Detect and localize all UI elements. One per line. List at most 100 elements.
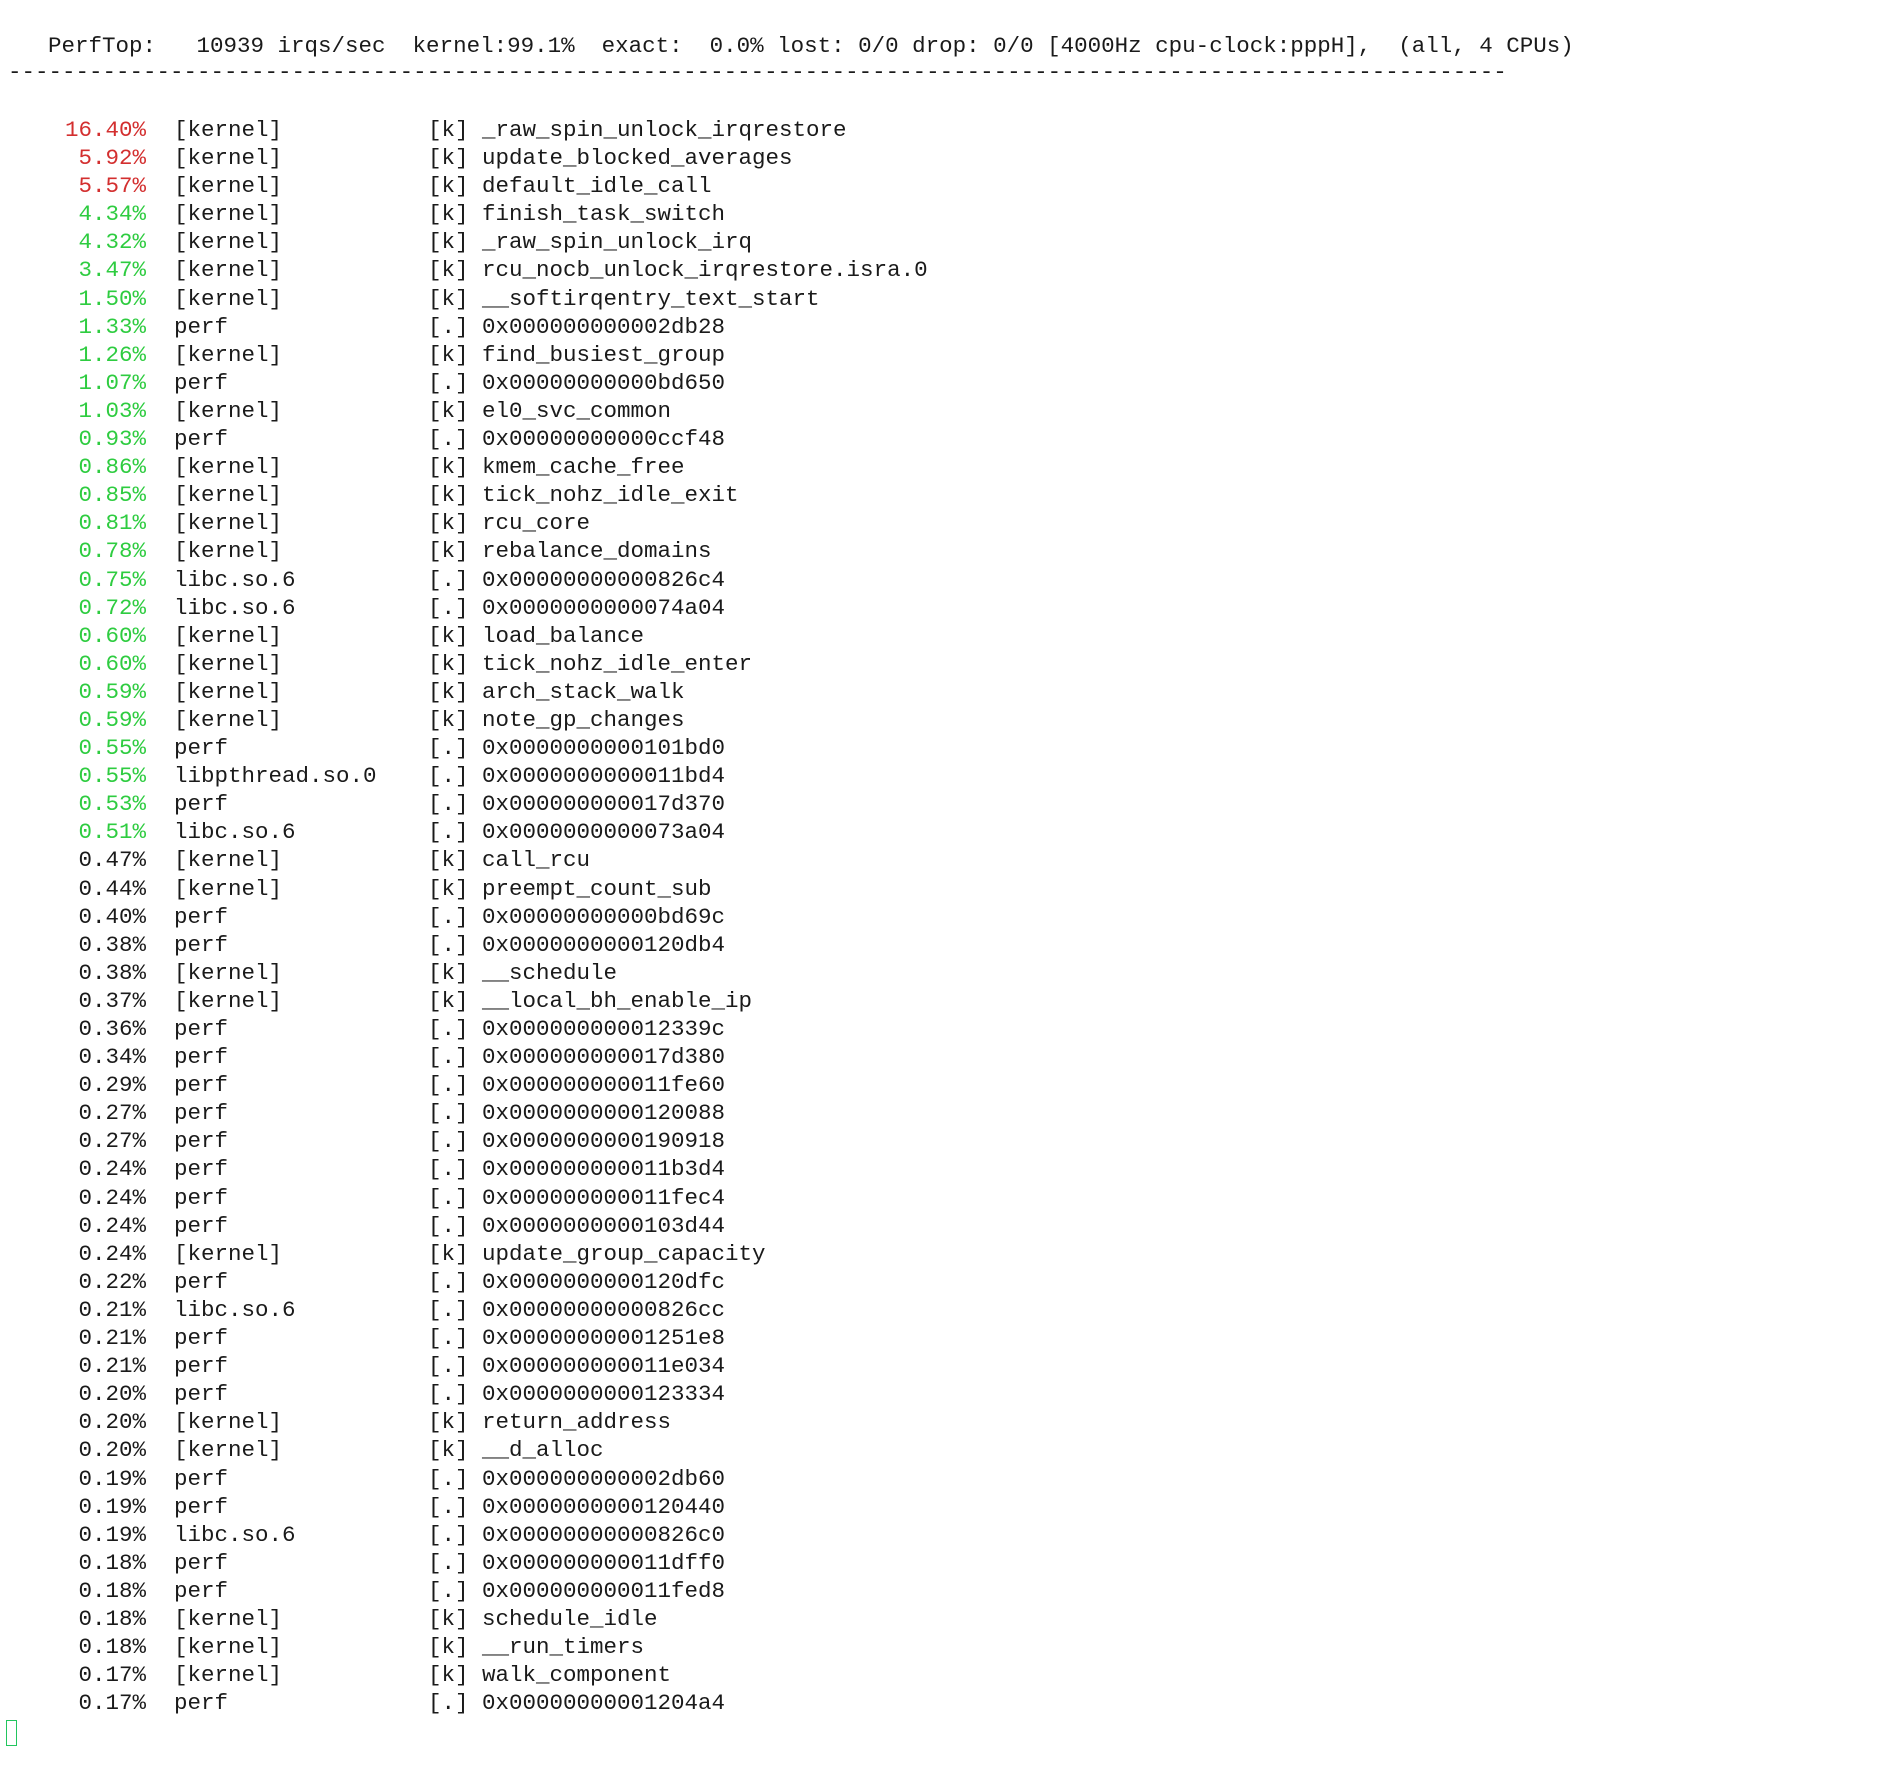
overhead-percent: 1.03% (78, 397, 146, 424)
table-row[interactable]: 0.55% libpthread.so.0 [.] 0x0000000000011bd… (0, 762, 1890, 790)
symbol-type: [k] (428, 510, 469, 537)
table-row[interactable]: 0.59% [kernel] [k] note_gp_changes (0, 706, 1890, 734)
table-row[interactable]: 0.24% [kernel] [k] update_group_capacity (0, 1240, 1890, 1268)
table-row[interactable]: 0.60% [kernel] [k] tick_nohz_idle_enter (0, 650, 1890, 678)
table-row[interactable]: 0.38% perf [.] 0x0000000000120db4 (0, 931, 1890, 959)
terminal-window[interactable]: PerfTop: 10939 irqs/sec kernel:99.1% exa… (0, 0, 1890, 1770)
table-row[interactable]: 0.24% perf [.] 0x000000000011fec4 (0, 1184, 1890, 1212)
table-row[interactable]: 1.03% [kernel] [k] el0_svc_common (0, 397, 1890, 425)
shared-object: [kernel] (174, 1662, 283, 1689)
table-row[interactable]: 0.55% perf [.] 0x0000000000101bd0 (0, 734, 1890, 762)
table-row[interactable]: 0.21% libc.so.6 [.] 0x00000000000826cc (0, 1296, 1890, 1324)
table-row[interactable]: 0.24% perf [.] 0x000000000011b3d4 (0, 1155, 1890, 1183)
overhead-percent: 1.33% (78, 313, 146, 340)
table-row[interactable]: 0.53% perf [.] 0x000000000017d370 (0, 790, 1890, 818)
table-row[interactable]: 0.20% [kernel] [k] __d_alloc (0, 1436, 1890, 1464)
table-row[interactable]: 0.78% [kernel] [k] rebalance_domains (0, 537, 1890, 565)
symbol-name: 0x0000000000011bd4 (482, 763, 726, 790)
symbol-name: 0x00000000000826cc (482, 1296, 726, 1323)
table-row[interactable]: 0.93% perf [.] 0x00000000000ccf48 (0, 425, 1890, 453)
table-row[interactable]: 0.18% [kernel] [k] schedule_idle (0, 1605, 1890, 1633)
table-row[interactable]: 0.51% libc.so.6 [.] 0x0000000000073a04 (0, 818, 1890, 846)
symbol-type: [.] (428, 1044, 469, 1071)
table-row[interactable]: 4.34% [kernel] [k] finish_task_switch (0, 200, 1890, 228)
overhead-percent: 0.36% (78, 1016, 146, 1042)
table-row[interactable]: 5.57% [kernel] [k] default_idle_call (0, 172, 1890, 200)
table-row[interactable]: 0.40% perf [.] 0x00000000000bd69c (0, 903, 1890, 931)
overhead-percent: 0.59% (78, 678, 146, 705)
shared-object: perf (174, 426, 229, 453)
table-row[interactable]: 1.33% perf [.] 0x000000000002db28 (0, 313, 1890, 341)
table-row[interactable]: 0.24% perf [.] 0x0000000000103d44 (0, 1212, 1890, 1240)
table-row[interactable]: 0.17% perf [.] 0x00000000001204a4 (0, 1689, 1890, 1717)
table-row[interactable]: 0.34% perf [.] 0x000000000017d380 (0, 1043, 1890, 1071)
shared-object: [kernel] (174, 847, 283, 874)
table-row[interactable]: 1.26% [kernel] [k] find_busiest_group (0, 341, 1890, 369)
symbol-name: 0x0000000000120dfc (482, 1268, 726, 1295)
shared-object: libc.so.6 (174, 819, 296, 846)
table-row[interactable]: 3.47% [kernel] [k] rcu_nocb_unlock_irqresto… (0, 256, 1890, 284)
symbol-type: [.] (428, 1690, 469, 1717)
table-row[interactable]: 0.18% [kernel] [k] __run_timers (0, 1633, 1890, 1661)
symbol-name: return_address (482, 1409, 672, 1436)
overhead-percent: 0.17% (78, 1662, 146, 1689)
table-row[interactable]: 0.21% perf [.] 0x000000000011e034 (0, 1352, 1890, 1380)
table-row[interactable]: 4.32% [kernel] [k] _raw_spin_unlock_irq (0, 228, 1890, 256)
overhead-percent: 0.55% (78, 763, 146, 790)
table-row[interactable]: 0.19% libc.so.6 [.] 0x00000000000826c0 (0, 1521, 1890, 1549)
table-row[interactable]: 0.59% [kernel] [k] arch_stack_walk (0, 678, 1890, 706)
table-row[interactable]: 0.29% perf [.] 0x000000000011fe60 (0, 1071, 1890, 1099)
table-row[interactable]: 0.36% perf [.] 0x000000000012339c (0, 1015, 1890, 1043)
table-row[interactable]: 0.81% [kernel] [k] rcu_core (0, 509, 1890, 537)
symbol-type: [k] (428, 201, 469, 228)
table-row[interactable]: 0.60% [kernel] [k] load_balance (0, 622, 1890, 650)
symbol-name: tick_nohz_idle_enter (482, 650, 753, 677)
symbol-type: [.] (428, 1296, 469, 1323)
table-row[interactable]: 0.17% [kernel] [k] walk_component (0, 1661, 1890, 1689)
shared-object: [kernel] (174, 1437, 283, 1464)
table-row[interactable]: 0.21% perf [.] 0x00000000001251e8 (0, 1324, 1890, 1352)
table-row[interactable]: 16.40% [kernel] [k] _raw_spin_unlock_irqres… (0, 116, 1890, 144)
overhead-percent: 0.21% (78, 1296, 146, 1323)
table-row[interactable]: 0.19% perf [.] 0x0000000000120440 (0, 1493, 1890, 1521)
overhead-percent: 0.27% (78, 1100, 146, 1127)
table-row[interactable]: 0.19% perf [.] 0x000000000002db60 (0, 1465, 1890, 1493)
table-row[interactable]: 5.92% [kernel] [k] update_blocked_averages (0, 144, 1890, 172)
table-row[interactable]: 1.50% [kernel] [k] __softirqentry_text_star… (0, 285, 1890, 313)
symbol-type: [.] (428, 791, 469, 818)
symbol-type: [k] (428, 847, 469, 874)
symbol-type: [k] (428, 145, 469, 172)
table-row[interactable]: 0.20% perf [.] 0x0000000000123334 (0, 1380, 1890, 1408)
shared-object: [kernel] (174, 1605, 283, 1632)
symbol-name: 0x000000000011fe60 (482, 1072, 726, 1099)
table-row[interactable]: 0.18% perf [.] 0x000000000011dff0 (0, 1549, 1890, 1577)
shared-object: perf (174, 931, 229, 958)
overhead-percent: 0.34% (78, 1044, 146, 1071)
table-row[interactable]: 0.72% libc.so.6 [.] 0x0000000000074a04 (0, 594, 1890, 622)
overhead-percent: 5.57% (78, 173, 146, 200)
table-row[interactable]: 0.86% [kernel] [k] kmem_cache_free (0, 453, 1890, 481)
table-row[interactable]: 0.47% [kernel] [k] call_rcu (0, 846, 1890, 874)
table-row[interactable]: 0.20% [kernel] [k] return_address (0, 1408, 1890, 1436)
table-row[interactable]: 0.27% perf [.] 0x0000000000120088 (0, 1099, 1890, 1127)
overhead-percent: 0.20% (78, 1381, 146, 1408)
table-row[interactable]: 0.37% [kernel] [k] __local_bh_enable_ip (0, 987, 1890, 1015)
table-row[interactable]: 0.85% [kernel] [k] tick_nohz_idle_exit (0, 481, 1890, 509)
shared-object: libpthread.so.0 (174, 763, 377, 790)
table-row[interactable]: 0.75% libc.so.6 [.] 0x00000000000826c4 (0, 566, 1890, 594)
symbol-type: [.] (428, 1184, 469, 1211)
symbol-type: [k] (428, 117, 469, 143)
table-row[interactable]: 0.27% perf [.] 0x0000000000190918 (0, 1127, 1890, 1155)
table-row[interactable]: 0.38% [kernel] [k] __schedule (0, 959, 1890, 987)
table-row[interactable]: 0.18% perf [.] 0x000000000011fed8 (0, 1577, 1890, 1605)
symbol-type: [.] (428, 1381, 469, 1408)
table-row[interactable]: 0.22% perf [.] 0x0000000000120dfc (0, 1268, 1890, 1296)
overhead-percent: 0.75% (78, 566, 146, 593)
symbol-name: 0x000000000002db28 (482, 313, 726, 340)
symbol-type: [.] (428, 1100, 469, 1127)
overhead-percent: 0.51% (78, 819, 146, 846)
header-divider: ----------------------------------------… (8, 59, 1507, 85)
symbol-name: tick_nohz_idle_exit (482, 482, 739, 509)
table-row[interactable]: 0.44% [kernel] [k] preempt_count_sub (0, 875, 1890, 903)
table-row[interactable]: 1.07% perf [.] 0x00000000000bd650 (0, 369, 1890, 397)
